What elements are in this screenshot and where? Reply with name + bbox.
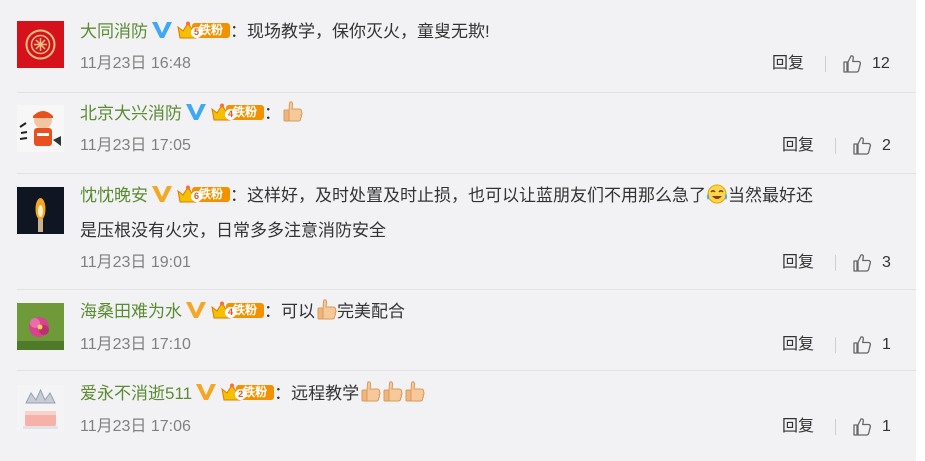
like-icon[interactable]: [852, 335, 872, 355]
comment-item: 忱忱晚安 铁粉 6 ：这样好，及时处置及时止损，也可以让蓝朋友们不用那么急了 当然最好还…: [0, 174, 916, 289]
thumbs-up-emoji: [403, 380, 425, 404]
divider-vertical: [835, 255, 836, 271]
username[interactable]: 海桑田难为水: [80, 302, 182, 321]
comment-text: ：: [264, 104, 281, 123]
like-count: 2: [882, 137, 891, 154]
fan-badge-icon[interactable]: 铁粉 2: [220, 383, 275, 402]
reply-button[interactable]: 回复: [782, 334, 814, 356]
like-icon[interactable]: [852, 136, 872, 156]
reply-button[interactable]: 回复: [782, 416, 814, 438]
comment-item: 北京大兴消防 铁粉 4： 11月23日 17:05 回复 2: [0, 93, 916, 173]
reply-button[interactable]: 回复: [782, 252, 814, 274]
verified-icon: [151, 183, 173, 205]
avatar[interactable]: [17, 21, 64, 68]
timestamp: 11月23日 19:01: [80, 254, 191, 271]
divider-vertical: [825, 56, 826, 72]
thumbs-up-emoji: [359, 380, 381, 404]
comment-line: 大同消防 铁粉 5 ：现场教学，保你灭火，童叟无欺!: [80, 19, 490, 45]
timestamp: 11月23日 16:48: [80, 55, 191, 72]
timestamp: 11月23日 17:06: [80, 418, 191, 435]
comment-item: 爱永不消逝511 铁粉 2 ：远程教学 11月23日 17:06 回复 1: [0, 371, 916, 461]
comment-text: ：这样好，及时处置及时止损，也可以让蓝朋友们不用那么急了: [230, 186, 706, 205]
avatar[interactable]: [17, 385, 64, 432]
thumbs-up-emoji: [281, 100, 303, 124]
fan-badge-icon[interactable]: 铁粉 5: [176, 21, 230, 40]
username[interactable]: 忱忱晚安: [80, 186, 148, 205]
like-count: 3: [882, 254, 891, 271]
comment-line: 忱忱晚安 铁粉 6 ：这样好，及时处置及时止损，也可以让蓝朋友们不用那么急了 当然最好还: [80, 183, 813, 209]
comment-line: 海桑田难为水 铁粉 4 ：可以 完美配合: [80, 298, 405, 324]
crying-laughing-emoji: [706, 183, 728, 205]
like-count: 1: [882, 336, 891, 353]
timestamp: 11月23日 17:10: [80, 336, 191, 353]
comment-text: ：可以: [264, 302, 315, 321]
like-icon[interactable]: [852, 417, 872, 437]
avatar[interactable]: [17, 303, 64, 350]
username[interactable]: 大同消防: [80, 22, 148, 41]
verified-icon: [151, 19, 173, 41]
verified-icon: [185, 101, 207, 123]
comment-text-continued: 当然最好还: [728, 186, 813, 205]
avatar[interactable]: [17, 105, 64, 152]
fan-level: 5: [191, 27, 202, 38]
comment-line: 北京大兴消防 铁粉 4：: [80, 100, 303, 126]
thumbs-up-emoji: [381, 380, 403, 404]
username[interactable]: 北京大兴消防: [80, 104, 182, 123]
like-icon[interactable]: [842, 54, 862, 74]
username[interactable]: 爱永不消逝511: [80, 384, 192, 403]
comment-line: 爱永不消逝511 铁粉 2 ：远程教学: [80, 380, 425, 406]
thumbs-up-emoji: [315, 298, 337, 322]
fan-badge-icon[interactable]: 铁粉 4: [210, 103, 264, 122]
like-icon[interactable]: [852, 253, 872, 273]
like-count: 12: [872, 55, 890, 72]
comment-text-line2: 是压根没有火灾，日常多多注意消防安全: [80, 221, 386, 240]
verified-icon: [185, 299, 207, 321]
divider-vertical: [835, 337, 836, 353]
fan-level: 4: [225, 109, 236, 120]
divider-vertical: [835, 138, 836, 154]
reply-button[interactable]: 回复: [772, 53, 804, 75]
fan-badge-icon[interactable]: 铁粉 6: [176, 185, 230, 204]
fan-level: 6: [191, 191, 202, 202]
reply-button[interactable]: 回复: [782, 135, 814, 157]
comment-text: ：远程教学: [274, 384, 360, 403]
verified-icon: [195, 381, 217, 403]
comment-text-continued: 完美配合: [337, 302, 405, 321]
divider-vertical: [835, 419, 836, 435]
fan-level: 4: [225, 307, 236, 318]
timestamp: 11月23日 17:05: [80, 137, 191, 154]
fan-badge-icon[interactable]: 铁粉 4: [210, 301, 264, 320]
comment-item: 海桑田难为水 铁粉 4 ：可以 完美配合 11月23日 17:10 回复 1: [0, 290, 916, 370]
comment-item: 大同消防 铁粉 5 ：现场教学，保你灭火，童叟无欺! 11月23日 16:48 回复 …: [0, 0, 916, 91]
avatar[interactable]: [17, 187, 64, 234]
like-count: 1: [882, 418, 891, 435]
scrollbar-track[interactable]: [916, 0, 925, 461]
comment-text: ：现场教学，保你灭火，童叟无欺!: [230, 22, 490, 41]
